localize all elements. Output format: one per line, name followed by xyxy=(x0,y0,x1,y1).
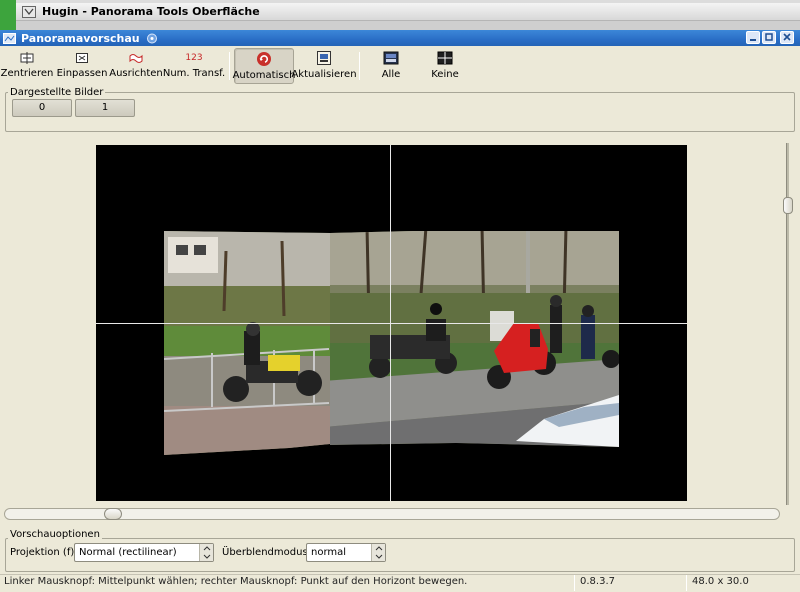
toolbar-separator xyxy=(229,52,230,80)
show-all-icon xyxy=(383,51,399,65)
status-fov: 48.0 x 30.0 xyxy=(692,576,749,587)
maximize-button[interactable] xyxy=(762,31,776,44)
statusbar-separator xyxy=(574,575,575,591)
straighten-button[interactable]: Ausrichten xyxy=(109,48,163,84)
center-label: Zentrieren xyxy=(0,68,54,79)
blend-mode-label: Überblendmodus: xyxy=(222,547,312,558)
show-none-button[interactable]: Keine xyxy=(426,48,464,84)
preview-window-icon xyxy=(3,32,16,44)
window-title: Panoramavorschau xyxy=(21,31,140,45)
maximize-icon xyxy=(765,33,773,41)
preview-options-label: Vorschauoptionen xyxy=(8,529,102,540)
toolbar: Zentrieren Einpassen Ausrichten 123 Num.… xyxy=(0,46,800,86)
show-none-label: Keine xyxy=(431,69,459,80)
projection-value: Normal (rectilinear) xyxy=(79,547,177,558)
auto-update-icon xyxy=(257,52,271,66)
straighten-label: Ausrichten xyxy=(109,68,163,79)
auto-update-toggle[interactable]: Automatisch xyxy=(232,48,296,84)
auto-update-label: Automatisch xyxy=(232,70,296,81)
show-all-label: Alle xyxy=(381,69,401,80)
minimize-button[interactable] xyxy=(746,31,760,44)
panorama-image xyxy=(164,231,619,455)
blend-mode-value: normal xyxy=(311,547,347,558)
fit-icon xyxy=(76,53,88,63)
image-toggle-1[interactable]: 1 xyxy=(75,99,135,117)
update-icon xyxy=(317,51,331,65)
hugin-app-icon xyxy=(22,5,36,18)
status-message: Linker Mausknopf: Mittelpunkt wählen; re… xyxy=(4,576,468,587)
vertical-fov-slider-thumb[interactable] xyxy=(783,197,793,214)
parent-window-menubar xyxy=(16,21,800,30)
blend-mode-select[interactable]: normal xyxy=(306,543,386,562)
num-transform-icon: 123 xyxy=(185,53,203,63)
close-icon xyxy=(783,33,791,41)
center-icon xyxy=(20,52,34,64)
straighten-icon xyxy=(129,54,143,63)
pin-icon[interactable] xyxy=(146,33,158,44)
update-label: Aktualisieren xyxy=(291,69,357,80)
num-transform-button[interactable]: 123 Num. Transf. xyxy=(162,48,226,84)
background-app-edge xyxy=(0,0,16,30)
num-transform-label: Num. Transf. xyxy=(162,68,226,79)
fit-label: Einpassen xyxy=(56,68,108,79)
displayed-images-label: Dargestellte Bilder xyxy=(8,87,106,98)
parent-window-titlebar[interactable]: Hugin - Panorama Tools Oberfläche xyxy=(16,3,800,21)
projection-chevron-icon xyxy=(199,544,213,561)
center-button[interactable]: Zentrieren xyxy=(1,48,53,84)
update-button[interactable]: Aktualisieren xyxy=(291,48,357,84)
show-none-icon xyxy=(437,51,453,65)
parent-window-title: Hugin - Panorama Tools Oberfläche xyxy=(42,5,260,18)
projection-select[interactable]: Normal (rectilinear) xyxy=(74,543,214,562)
panorama-canvas[interactable] xyxy=(96,145,687,501)
window-titlebar[interactable]: Panoramavorschau xyxy=(0,30,800,46)
horizontal-fov-slider-thumb[interactable] xyxy=(104,508,122,520)
status-version: 0.8.3.7 xyxy=(580,576,615,587)
statusbar-separator xyxy=(686,575,687,591)
image-toggle-0[interactable]: 0 xyxy=(12,99,72,117)
show-all-button[interactable]: Alle xyxy=(372,48,410,84)
projection-label: Projektion (f): xyxy=(10,547,78,558)
blend-mode-chevron-icon xyxy=(371,544,385,561)
crosshair-horizontal xyxy=(96,323,687,324)
close-button[interactable] xyxy=(780,31,794,44)
toolbar-separator xyxy=(359,52,360,80)
fit-button[interactable]: Einpassen xyxy=(57,48,107,84)
minimize-icon xyxy=(750,39,756,41)
